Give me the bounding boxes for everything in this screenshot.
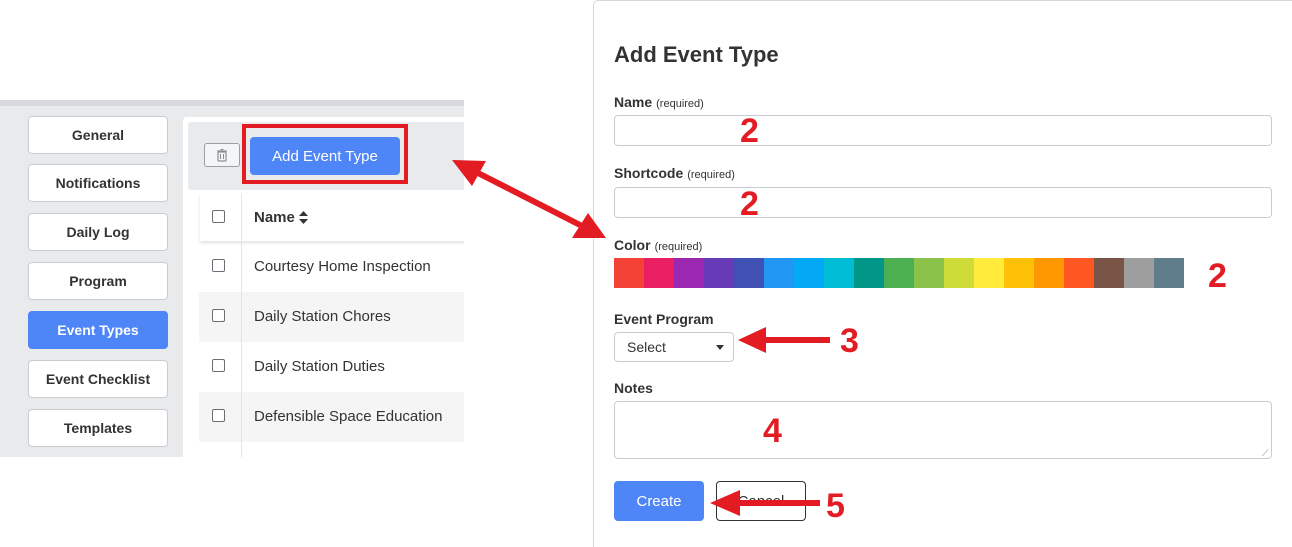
annotation-number: 3	[840, 322, 859, 360]
annotation-number: 2	[1208, 257, 1227, 295]
annotation-number: 2	[740, 185, 759, 223]
annotation-number: 5	[826, 487, 845, 525]
arrow-add-to-form	[476, 170, 584, 229]
annotation-number: 4	[763, 412, 782, 450]
annotation-arrows	[452, 160, 830, 516]
annotation-number: 2	[740, 112, 759, 150]
arrow-head-create	[710, 490, 740, 516]
arrow-head-program	[738, 327, 766, 353]
